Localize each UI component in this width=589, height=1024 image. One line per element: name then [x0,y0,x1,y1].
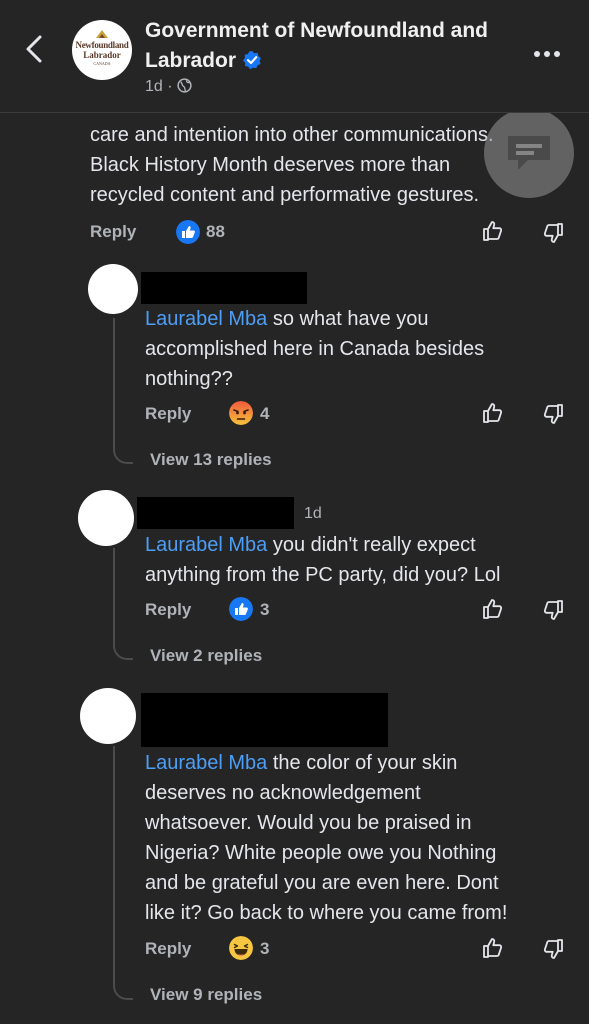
thumbs-up-icon [483,599,503,619]
mention-link[interactable]: Laurabel Mba [145,752,267,774]
verified-badge-icon [242,49,262,79]
reply-button[interactable]: Reply [145,404,191,424]
downvote-button[interactable] [541,221,565,250]
chat-bubble-icon [508,136,550,170]
page-avatar[interactable]: Newfoundland Labrador CANADA [72,20,132,80]
view-replies-link[interactable]: View 13 replies [150,450,272,470]
thread-line [113,746,133,1000]
thumbs-down-icon [543,404,563,424]
comment-time: 1d [304,505,322,522]
mention-link[interactable]: Laurabel Mba [145,308,267,330]
more-horizontal-icon [534,51,540,57]
reaction-like-icon [229,597,253,626]
reaction-like-icon [176,220,200,249]
reaction-angry-icon [229,401,253,430]
reply-button[interactable]: Reply [145,600,191,620]
post-header: Newfoundland Labrador CANADA Government … [0,0,589,113]
thread-line [113,548,133,660]
thumbs-up-icon [483,403,503,423]
avatar[interactable] [78,490,134,546]
upvote-button[interactable] [481,936,505,965]
reply-comment-text: Laurabel Mba the color of your skin dese… [145,752,508,924]
meta-separator: · [167,78,178,95]
avatar[interactable] [88,264,138,314]
logo-line1: Newfoundland [75,40,129,50]
reaction-count: 4 [260,404,270,423]
logo-line3: CANADA [93,61,111,66]
reply-button[interactable]: Reply [145,939,191,959]
downvote-button[interactable] [541,402,565,431]
thumbs-up-icon [483,938,503,958]
page-title-text: Government of Newfoundland and Labrador [145,19,489,72]
thread-line [113,318,133,464]
view-replies-link[interactable]: View 2 replies [150,646,262,666]
reply-button[interactable]: Reply [90,222,136,242]
reply-comment-text: Laurabel Mba so what have you accomplish… [145,308,485,390]
thumbs-up-icon [483,221,503,241]
chevron-left-icon [26,35,42,63]
thumbs-down-icon [543,600,563,620]
downvote-button[interactable] [541,937,565,966]
view-replies-link[interactable]: View 9 replies [150,985,262,1005]
post-time: 1d [145,78,163,95]
upvote-button[interactable] [481,219,505,248]
post-meta: 1d · [145,78,192,96]
logo-line2: Labrador [83,50,121,60]
avatar[interactable] [80,688,136,744]
more-options-button[interactable] [534,44,564,62]
reaction-haha-icon [229,936,253,965]
upvote-button[interactable] [481,401,505,430]
upvote-button[interactable] [481,597,505,626]
logo-mark-icon [96,30,108,38]
redacted-name [137,497,294,529]
redacted-name [141,693,388,747]
reply-comment-text: Laurabel Mba you didn't really expect an… [145,534,501,586]
chat-head-button[interactable] [484,108,574,198]
thumbs-down-icon [543,223,563,243]
globe-icon [177,78,192,93]
back-button[interactable] [22,34,48,64]
reaction-count: 3 [260,939,270,958]
mention-link[interactable]: Laurabel Mba [145,534,267,556]
redacted-name [141,272,307,304]
downvote-button[interactable] [541,598,565,627]
reaction-count: 3 [260,600,270,619]
page-title[interactable]: Government of Newfoundland and Labrador [145,16,535,79]
thumbs-down-icon [543,939,563,959]
reaction-count: 88 [206,222,225,241]
